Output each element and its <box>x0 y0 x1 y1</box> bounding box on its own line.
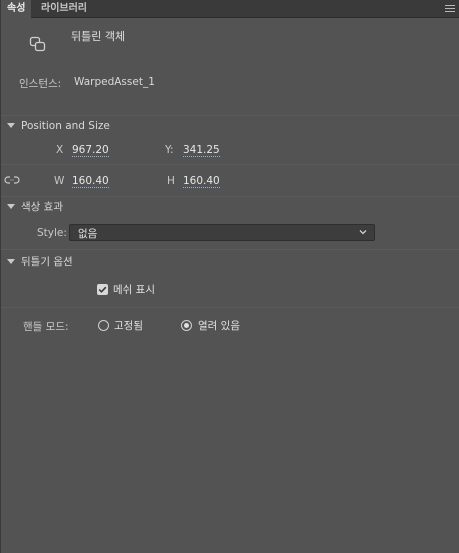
x-label: X <box>56 144 64 156</box>
checkmark-icon <box>98 286 107 293</box>
section-color-effect[interactable]: 색상 효과 <box>7 200 63 214</box>
chevron-down-icon <box>358 227 368 237</box>
section-color-effect-label: 색상 효과 <box>21 201 63 213</box>
divider <box>1 196 459 197</box>
handle-mode-label: 핸들 모드: <box>23 321 69 333</box>
instance-label: 인스턴스: <box>19 78 62 90</box>
collapse-triangle-icon[interactable] <box>7 258 15 264</box>
section-position-size-label: Position and Size <box>21 120 110 132</box>
divider <box>1 249 459 250</box>
section-warp-options[interactable]: 뒤틀기 옵션 <box>7 255 73 269</box>
style-dropdown-value: 없음 <box>78 228 98 240</box>
instance-name-field[interactable]: WarpedAsset_1 <box>74 76 155 88</box>
y-label: Y: <box>165 144 174 156</box>
handle-mode-open-radio[interactable] <box>181 320 192 331</box>
link-icon[interactable] <box>4 174 20 186</box>
style-label: Style: <box>37 227 67 239</box>
divider <box>1 307 459 308</box>
properties-panel: 속성 라이브러리 뒤틀린 객체 인스턴스: WarpedAsset_1 Posi… <box>0 0 459 553</box>
tab-properties[interactable]: 속성 <box>1 0 32 18</box>
h-label: H <box>167 175 175 187</box>
section-position-size[interactable]: Position and Size <box>7 119 110 133</box>
section-warp-options-label: 뒤틀기 옵션 <box>21 256 73 268</box>
panel-menu-icon[interactable] <box>445 5 455 13</box>
handle-mode-fixed-label[interactable]: 고정됨 <box>114 318 143 333</box>
show-mesh-label[interactable]: 메쉬 표시 <box>113 282 155 297</box>
divider <box>1 115 459 116</box>
divider <box>1 164 459 165</box>
handle-mode-open-label[interactable]: 열려 있음 <box>198 318 240 333</box>
style-dropdown[interactable]: 없음 <box>69 224 375 241</box>
h-value-field[interactable]: 160.40 <box>183 175 220 188</box>
show-mesh-checkbox[interactable] <box>97 284 108 295</box>
object-type-title: 뒤틀린 객체 <box>71 30 126 43</box>
warp-object-icon <box>29 36 47 52</box>
panel-tab-bar: 속성 라이브러리 <box>1 0 459 18</box>
w-value-field[interactable]: 160.40 <box>72 175 109 188</box>
w-label: W <box>54 175 65 187</box>
x-value-field[interactable]: 967.20 <box>72 144 109 157</box>
collapse-triangle-icon[interactable] <box>7 122 15 128</box>
collapse-triangle-icon[interactable] <box>7 203 15 209</box>
tab-library[interactable]: 라이브러리 <box>35 0 93 18</box>
y-value-field[interactable]: 341.25 <box>183 144 220 157</box>
handle-mode-fixed-radio[interactable] <box>98 320 109 331</box>
